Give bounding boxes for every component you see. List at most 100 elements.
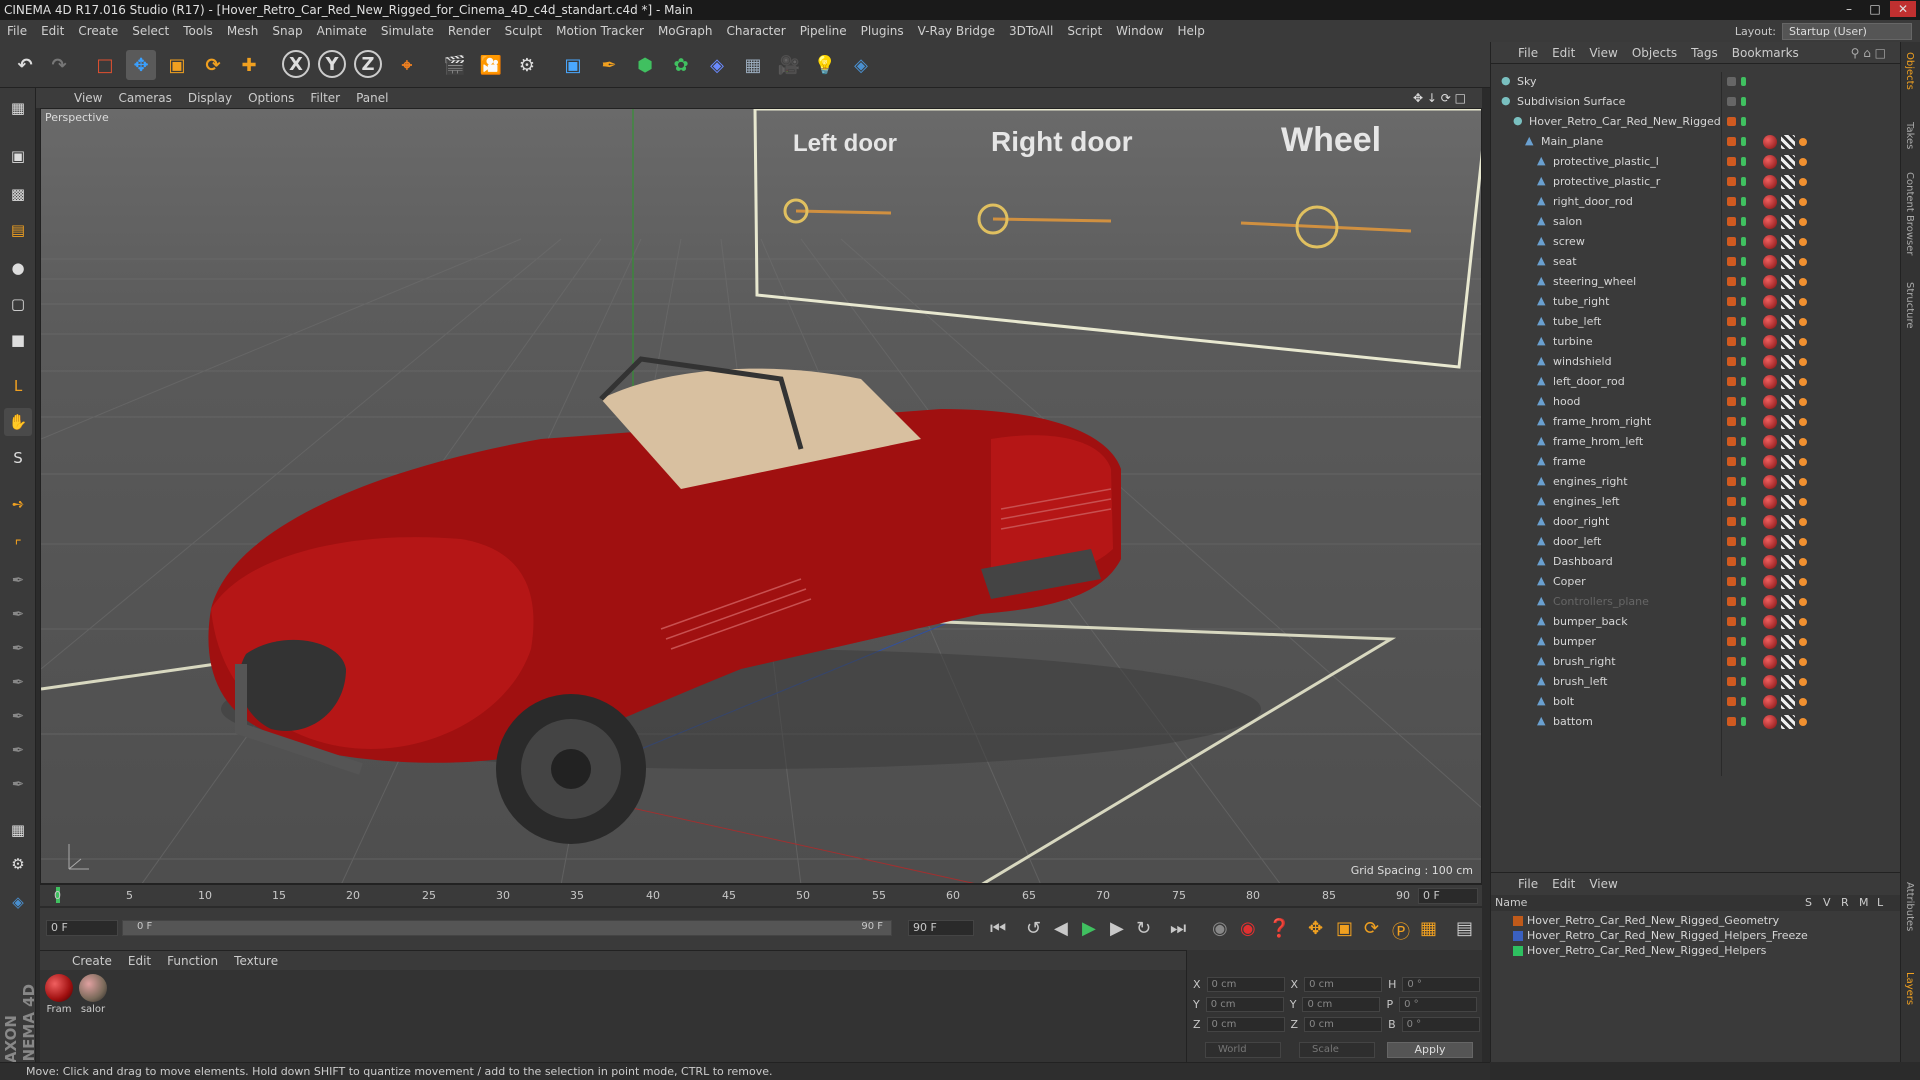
menu-character[interactable]: Character [719,24,792,38]
visibility-toggle[interactable] [1741,617,1746,626]
layer-row[interactable]: Hover_Retro_Car_Red_New_Rigged_Geometry [1491,913,1901,928]
rotation-p-field[interactable]: 0 ° [1399,996,1478,1012]
menu-3dtoall[interactable]: 3DToAll [1002,24,1060,38]
recent-tool-icon[interactable]: ✚ [234,50,264,80]
mat-menu-create[interactable]: Create [64,954,120,968]
object-row[interactable]: ▲ bumper [1491,632,1901,652]
menu-snap[interactable]: Snap [265,24,309,38]
polygons-mode-icon[interactable]: ■ [4,326,32,354]
render-settings-icon[interactable]: ⚙ [512,50,542,80]
texture-tag-icon[interactable] [1781,595,1795,609]
vp-menu-filter[interactable]: Filter [302,91,348,105]
visibility-toggle[interactable] [1741,697,1746,706]
visibility-toggle[interactable] [1741,497,1746,506]
texture-tag-icon[interactable] [1781,715,1795,729]
selection-tag-icon[interactable] [1799,578,1807,586]
visibility-toggle[interactable] [1741,357,1746,366]
timeline-ruler[interactable]: 0 5 10 15 20 25 30 35 40 45 50 55 60 65 … [40,884,1482,906]
texture-tag-icon[interactable] [1781,575,1795,589]
selection-tag-icon[interactable] [1799,498,1807,506]
layer-color-dot[interactable] [1727,617,1736,626]
object-row[interactable]: ▲ Main_plane [1491,132,1901,152]
cube-object-icon[interactable]: ▣ [558,50,588,80]
visibility-toggle[interactable] [1741,177,1746,186]
material-tag-icon[interactable] [1763,635,1777,649]
car-model[interactable] [208,356,1261,844]
selection-tag-icon[interactable] [1799,518,1807,526]
undo-icon[interactable]: ↶ [10,50,40,80]
object-row[interactable]: ▲ engines_left [1491,492,1901,512]
material-tag-icon[interactable] [1763,535,1777,549]
material-tag-icon[interactable] [1763,315,1777,329]
layer-row[interactable]: Hover_Retro_Car_Red_New_Rigged_Helpers_F… [1491,928,1901,943]
texture-tag-icon[interactable] [1781,655,1795,669]
texture-tag-icon[interactable] [1781,375,1795,389]
material-tag-icon[interactable] [1763,435,1777,449]
layer-color-dot[interactable] [1727,437,1736,446]
layer-menu-view[interactable]: View [1582,877,1624,891]
selection-tag-icon[interactable] [1799,718,1807,726]
floor-object-icon[interactable]: ▦ [738,50,768,80]
layer-color-dot[interactable] [1727,477,1736,486]
material-tag-icon[interactable] [1763,335,1777,349]
go-to-start-icon[interactable]: ⏮ [990,918,1006,939]
object-row[interactable]: ▲ Controllers_plane [1491,592,1901,612]
texture-tag-icon[interactable] [1781,315,1795,329]
sculpt-smooth-icon[interactable]: ✒ [4,668,32,696]
position-x-field[interactable]: 0 cm [1206,976,1285,992]
obj-menu-view[interactable]: View [1582,46,1624,60]
material-tag-icon[interactable] [1763,275,1777,289]
layer-color-dot[interactable] [1727,517,1736,526]
render-view-icon[interactable]: 🎬 [440,50,470,80]
menu-render[interactable]: Render [441,24,498,38]
rotation-h-field[interactable]: 0 ° [1402,976,1481,992]
layer-color-dot[interactable] [1727,397,1736,406]
edges-mode-icon[interactable]: ▢ [4,290,32,318]
texture-tag-icon[interactable] [1781,435,1795,449]
size-mode-dropdown[interactable]: Scale [1299,1042,1375,1058]
object-row[interactable]: ▲ hood [1491,392,1901,412]
lock-workplane-icon[interactable]: ⌜ [4,532,32,560]
obj-menu-edit[interactable]: Edit [1545,46,1582,60]
visibility-toggle[interactable] [1741,517,1746,526]
material-tag-icon[interactable] [1763,135,1777,149]
layer-color-swatch[interactable] [1513,916,1523,926]
texture-tag-icon[interactable] [1781,355,1795,369]
menu-file[interactable]: File [0,24,34,38]
menu-window[interactable]: Window [1109,24,1170,38]
obj-menu-objects[interactable]: Objects [1625,46,1684,60]
layer-color-swatch[interactable] [1513,946,1523,956]
object-row[interactable]: ▲ Coper [1491,572,1901,592]
coordinate-system-icon[interactable]: ⌖ [392,50,422,80]
menu-create[interactable]: Create [71,24,125,38]
selection-tag-icon[interactable] [1799,138,1807,146]
size-x-field[interactable]: 0 cm [1304,976,1383,992]
layer-color-dot[interactable] [1727,277,1736,286]
layer-color-dot[interactable] [1727,597,1736,606]
object-row[interactable]: ▲ tube_left [1491,312,1901,332]
texture-tag-icon[interactable] [1781,695,1795,709]
material-tag-icon[interactable] [1763,695,1777,709]
sculpt-flatten-icon[interactable]: ✒ [4,736,32,764]
texture-tag-icon[interactable] [1781,615,1795,629]
next-key-icon[interactable]: ↻ [1136,918,1151,939]
visibility-toggle[interactable] [1741,717,1746,726]
selection-tag-icon[interactable] [1799,398,1807,406]
object-row[interactable]: ▲ frame_hrom_left [1491,432,1901,452]
cloner-icon[interactable]: ✿ [666,50,696,80]
material-tag-icon[interactable] [1763,475,1777,489]
selection-tag-icon[interactable] [1799,678,1807,686]
material-tag-icon[interactable] [1763,235,1777,249]
menu-edit[interactable]: Edit [34,24,71,38]
deformer-icon[interactable]: ◈ [702,50,732,80]
previous-key-icon[interactable]: ↺ [1026,918,1041,939]
selection-tag-icon[interactable] [1799,318,1807,326]
axis-mode-icon[interactable]: L [4,372,32,400]
menu-select[interactable]: Select [125,24,176,38]
camera-icon[interactable]: 🎥 [774,50,804,80]
close-button[interactable]: ✕ [1890,1,1916,17]
object-row[interactable]: ▲ tube_right [1491,292,1901,312]
left-door-slider[interactable] [795,209,892,215]
selection-tag-icon[interactable] [1799,618,1807,626]
object-row[interactable]: ▲ brush_right [1491,652,1901,672]
